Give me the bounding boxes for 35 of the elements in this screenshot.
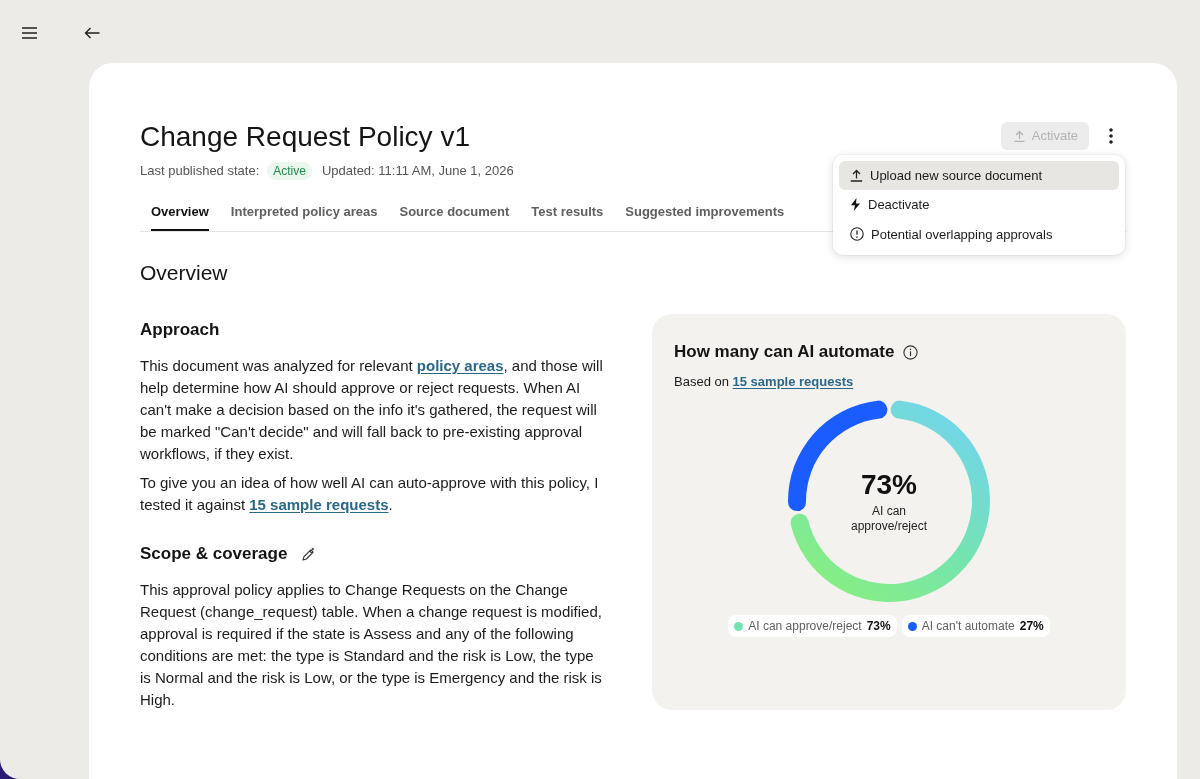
legend-value: 27% — [1019, 619, 1044, 633]
legend-value: 73% — [866, 619, 891, 633]
center-label: AI can approve/reject — [849, 504, 928, 534]
page-title: Change Request Policy v1 — [140, 120, 470, 154]
section-heading: Approach — [140, 319, 220, 341]
legend-label: AI can approve/reject — [748, 619, 862, 633]
alert-circle-icon — [850, 227, 864, 242]
inline-link[interactable]: 15 sample requests — [732, 374, 854, 389]
meta-label: Last published state: — [140, 162, 260, 180]
inline-link[interactable]: 15 sample requests — [249, 496, 389, 513]
tab[interactable]: Interpreted policy areas — [219, 199, 389, 231]
upload-icon — [1013, 129, 1025, 142]
tab[interactable]: Suggested improvements — [614, 199, 796, 231]
tab[interactable]: Test results — [520, 199, 615, 231]
paragraph: To give you an idea of how well AI can auto-approve with this policy, I tested it against 15 sample requests. — [140, 473, 600, 515]
tab[interactable]: Overview — [140, 199, 220, 231]
panel-title: How many can AI automate — [674, 341, 895, 363]
info-icon[interactable] — [903, 344, 919, 360]
section-heading: Scope & coverage — [140, 543, 288, 565]
pencil-icon[interactable] — [301, 546, 317, 562]
upload-icon — [850, 168, 863, 182]
section-title: Overview — [140, 260, 229, 286]
paragraph: This approval policy applies to Change Requests on the Change Request (change_request) table. When a change request is modified, approval is required if the state is Assess and any of the following conditions are met: the type is Standard and the risk is Low, the type is Normal and the risk is Low, or the type is Emergency and the risk is High. — [140, 580, 603, 710]
menu-item[interactable]: Upload new source document — [839, 160, 1119, 190]
panel-subtitle: Based on 15 sample requests — [674, 373, 855, 391]
menu-item[interactable]: Potential overlapping approvals — [839, 219, 1119, 249]
center-percentage: 73% — [859, 468, 918, 502]
paragraph: This document was analyzed for relevant policy areas, and those will help determine how AI should approve or reject requests. When AI can't make a decision based on the info it's gathered, the request will be marked "Can't decide" and will fall back to pre-existing approval workflows, if they exist. — [140, 356, 604, 464]
bolt-icon — [850, 198, 861, 212]
tab[interactable]: Source document — [388, 199, 521, 231]
menu-item[interactable]: Deactivate — [839, 190, 1119, 220]
updated-time: Updated: 11:11 AM, June 1, 2026 — [321, 162, 514, 180]
status-badge: Active — [267, 162, 312, 180]
inline-link[interactable]: policy areas — [416, 357, 504, 374]
legend-label: AI can't automate — [921, 619, 1015, 633]
